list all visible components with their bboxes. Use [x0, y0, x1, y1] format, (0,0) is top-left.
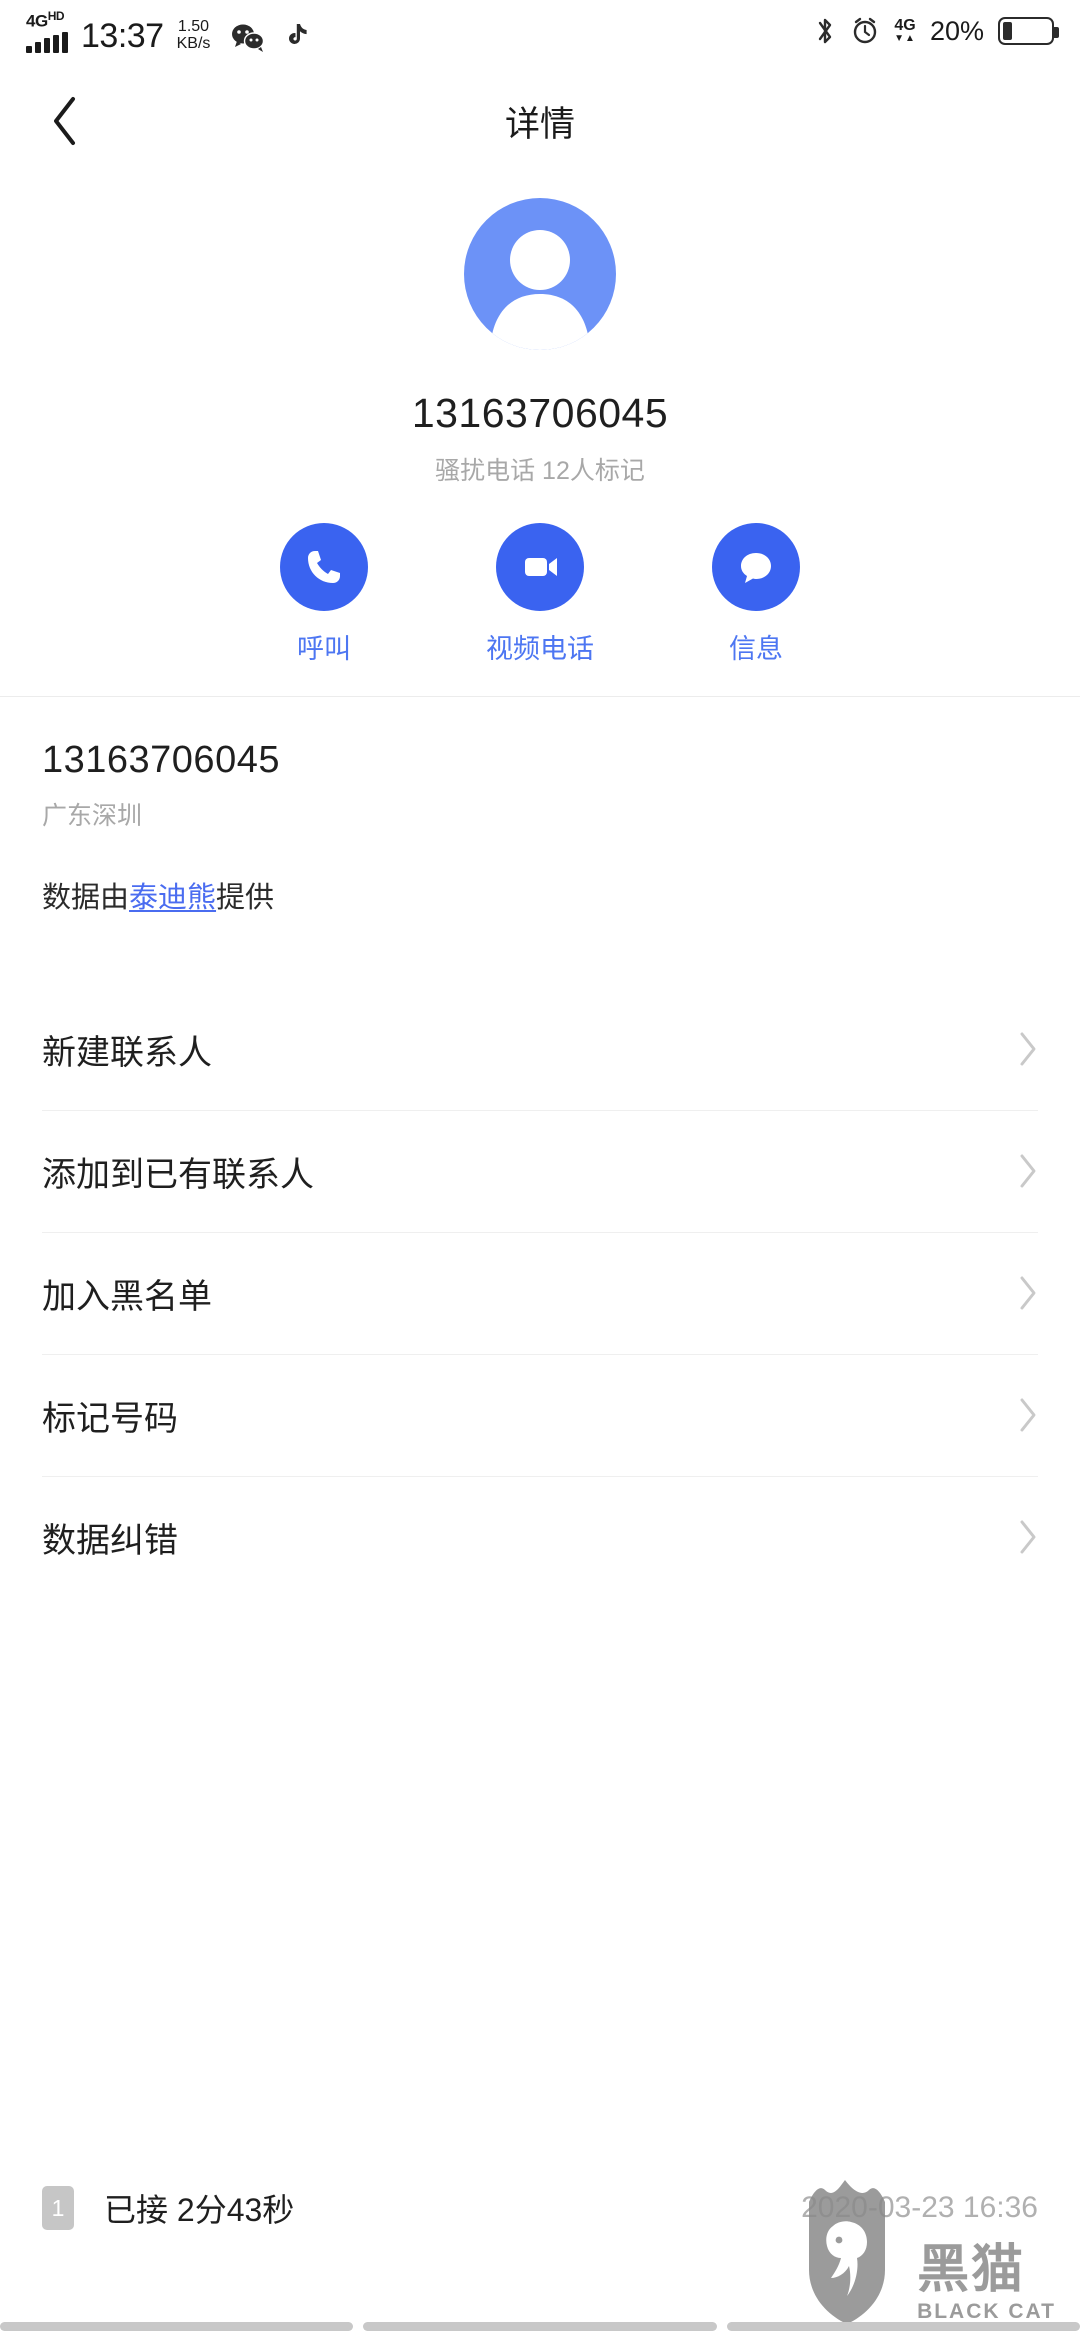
status-bar: 4GHD 13:37 1.50 KB/s 4G ▼▲ 20% — [0, 0, 1080, 62]
message-bubble-icon — [741, 553, 771, 583]
menu-item-add-to-blacklist[interactable]: 加入黑名单 — [0, 1232, 1080, 1354]
person-avatar-icon — [490, 230, 590, 350]
menu-item-label: 加入黑名单 — [42, 1277, 212, 1316]
back-button[interactable] — [34, 90, 96, 152]
wechat-icon — [232, 24, 265, 52]
phone-icon — [308, 551, 340, 583]
battery-icon — [998, 17, 1059, 45]
alarm-icon — [853, 17, 877, 44]
menu-item-label: 新建联系人 — [42, 1033, 212, 1072]
status-bar-app-icons — [231, 23, 309, 53]
number-info-location: 广东深圳 — [42, 802, 143, 830]
nav-home-button[interactable] — [363, 2321, 717, 2331]
mobile-data-icon: 4G ▼▲ — [894, 18, 916, 44]
nav-recents-button[interactable] — [0, 2321, 354, 2331]
system-navigation-bar — [0, 2312, 1080, 2340]
chevron-left-icon — [54, 97, 75, 145]
watermark: 黑猫 BLACK CAT — [799, 2174, 1056, 2324]
menu-item-mark-number[interactable]: 标记号码 — [0, 1354, 1080, 1476]
network-suffix-text: HD — [47, 9, 65, 24]
data-source-prefix: 数据由 — [42, 882, 130, 914]
data-source-suffix: 提供 — [216, 882, 275, 914]
status-bar-right: 4G ▼▲ 20% — [814, 0, 1059, 62]
call-button-label: 呼叫 — [297, 634, 351, 664]
chevron-right-icon — [1018, 1275, 1038, 1311]
network-type-label: 4GHD — [26, 9, 65, 31]
tiktok-icon — [289, 24, 307, 45]
profile-section: 13163706045 骚扰电话 12人标记 — [0, 180, 1080, 487]
call-status-text: 已接 2分43秒 — [104, 2192, 295, 2228]
battery-percent-label: 20% — [929, 15, 984, 46]
network-speed-value: 1.50 — [177, 18, 210, 36]
nav-back-button[interactable] — [726, 2321, 1080, 2331]
video-call-button-circle — [496, 523, 584, 611]
app-bar: 详情 — [0, 62, 1080, 180]
menu-item-label: 数据纠错 — [42, 1521, 178, 1560]
network-speed: 1.50 KB/s — [177, 19, 211, 53]
watermark-cn-label: 黑猫 — [917, 2241, 1026, 2299]
cat-silhouette-icon — [809, 2180, 886, 2324]
data-source-line: 数据由泰迪熊提供 — [42, 874, 1038, 916]
profile-phone-number: 13163706045 — [411, 390, 669, 436]
mobile-data-label: 4G — [894, 17, 916, 34]
video-call-button[interactable]: 视频电话 — [486, 523, 594, 666]
message-button-label: 信息 — [729, 634, 783, 664]
chevron-right-icon — [1018, 1153, 1038, 1189]
number-info-number: 13163706045 — [42, 739, 280, 781]
call-button-circle — [280, 523, 368, 611]
chevron-right-icon — [1018, 1519, 1038, 1555]
avatar — [464, 198, 616, 350]
network-speed-unit: KB/s — [176, 35, 211, 53]
video-camera-icon — [525, 558, 557, 576]
message-button-circle — [712, 523, 800, 611]
call-count-badge: 1 — [42, 2186, 74, 2230]
menu-item-add-to-existing-contact[interactable]: 添加到已有联系人 — [0, 1110, 1080, 1232]
spam-tag-label: 骚扰电话 12人标记 — [435, 457, 645, 485]
number-info-section: 13163706045 广东深圳 数据由泰迪熊提供 — [0, 697, 1080, 916]
menu-item-new-contact[interactable]: 新建联系人 — [0, 988, 1080, 1110]
data-source-link[interactable]: 泰迪熊 — [129, 882, 216, 914]
action-buttons-row: 呼叫 视频电话 信息 — [0, 523, 1080, 696]
clock-time: 13:37 — [81, 17, 164, 55]
menu-item-data-correction[interactable]: 数据纠错 — [0, 1476, 1080, 1598]
page-title: 详情 — [504, 104, 575, 144]
bluetooth-icon — [818, 18, 832, 44]
menu-item-label: 标记号码 — [42, 1399, 178, 1438]
call-button[interactable]: 呼叫 — [280, 523, 368, 666]
signal-indicator: 4GHD — [26, 9, 68, 53]
chevron-right-icon — [1018, 1397, 1038, 1433]
data-arrows-icon: ▼▲ — [894, 33, 916, 44]
menu-item-label: 添加到已有联系人 — [42, 1155, 314, 1194]
video-call-button-label: 视频电话 — [486, 634, 594, 664]
menu-list: 新建联系人 添加到已有联系人 加入黑名单 标记号码 数据纠错 — [0, 988, 1080, 1598]
status-bar-left: 4GHD 13:37 1.50 KB/s — [26, 9, 309, 53]
message-button[interactable]: 信息 — [712, 523, 800, 666]
network-type-text: 4G — [26, 12, 48, 31]
signal-bars-icon — [26, 32, 68, 53]
chevron-right-icon — [1018, 1031, 1038, 1067]
